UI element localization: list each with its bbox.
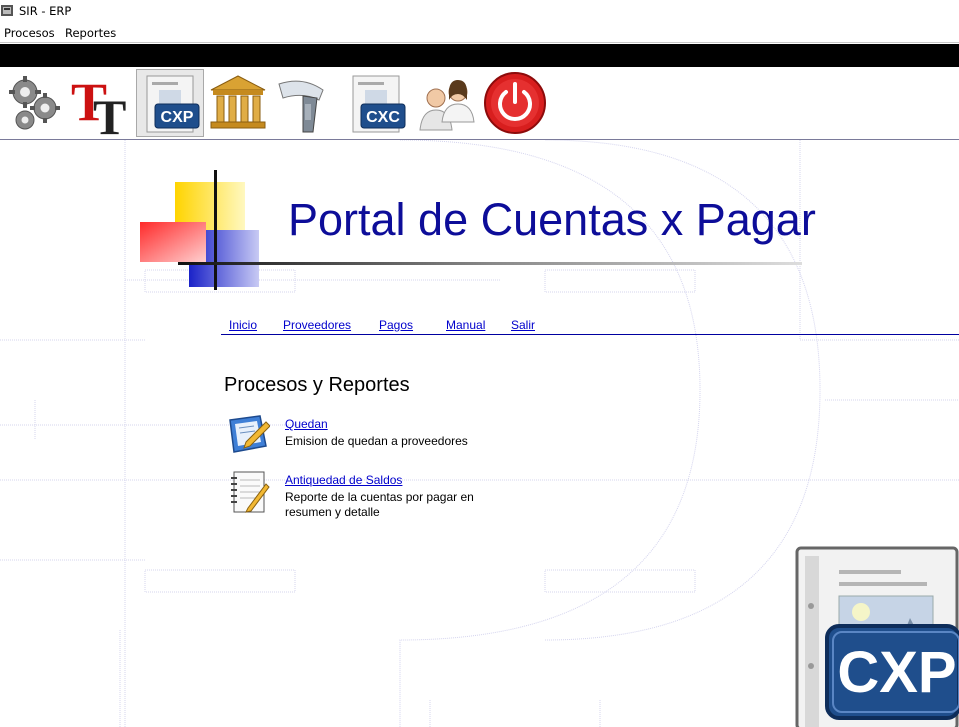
power-button[interactable] <box>482 70 548 136</box>
cxc-icon: CXC <box>352 75 406 133</box>
header-bar <box>0 44 959 67</box>
nav-link-manual[interactable]: Manual <box>446 318 485 332</box>
quedan-link[interactable]: Quedan <box>285 417 328 431</box>
toolbar: T T CXP CXC <box>0 67 959 145</box>
nav-link-pagos[interactable]: Pagos <box>379 318 413 332</box>
svg-text:CXC: CXC <box>366 109 400 126</box>
menu-bar: Procesos Reportes <box>0 24 959 43</box>
antiquedad-saldos-description: Reporte de la cuentas por pagar en resum… <box>285 490 474 519</box>
bank-icon <box>210 75 266 129</box>
users-icon <box>419 80 475 131</box>
svg-text:CXP: CXP <box>837 640 956 705</box>
nav-link-proveedores[interactable]: Proveedores <box>283 318 351 332</box>
cxp-badge-icon: CXP <box>795 546 959 727</box>
nav-link-inicio[interactable]: Inicio <box>229 318 257 332</box>
portal-logo-icon <box>140 170 259 290</box>
text-format-icon: T T <box>71 72 126 145</box>
antiquedad-saldos-link[interactable]: Antiquedad de Saldos <box>285 473 402 487</box>
cxp-button[interactable]: CXP <box>136 69 204 137</box>
page-title: Portal de Cuentas x Pagar <box>288 194 816 245</box>
title-bar: SIR - ERP <box>0 0 959 22</box>
quedan-description: Emision de quedan a proveedores <box>285 434 468 448</box>
nav-link-salir[interactable]: Salir <box>511 318 535 332</box>
title-underline <box>178 262 802 265</box>
users-button[interactable] <box>414 70 480 136</box>
cxp-icon: CXP <box>146 75 200 133</box>
cxc-button[interactable]: CXC <box>347 70 413 136</box>
svg-text:CXP: CXP <box>161 109 194 126</box>
barcode-scanner-icon <box>278 80 324 133</box>
scanner-button[interactable] <box>273 70 339 136</box>
notepad-icon[interactable] <box>226 470 270 514</box>
text-button[interactable]: T T <box>69 70 135 145</box>
main-content: Portal de Cuentas x Pagar Inicio Proveed… <box>0 140 959 727</box>
gears-icon <box>9 76 60 130</box>
window-title: SIR - ERP <box>19 4 72 18</box>
menu-reportes[interactable]: Reportes <box>65 26 116 40</box>
app-icon <box>1 5 13 16</box>
svg-text:T: T <box>93 89 126 136</box>
power-icon <box>484 72 546 134</box>
menu-procesos[interactable]: Procesos <box>4 26 55 40</box>
bank-button[interactable] <box>205 70 271 136</box>
edit-document-icon[interactable] <box>226 412 270 456</box>
section-title: Procesos y Reportes <box>224 374 410 396</box>
gears-button[interactable] <box>3 70 69 136</box>
nav-bar: Inicio Proveedores Pagos Manual Salir <box>221 318 959 335</box>
